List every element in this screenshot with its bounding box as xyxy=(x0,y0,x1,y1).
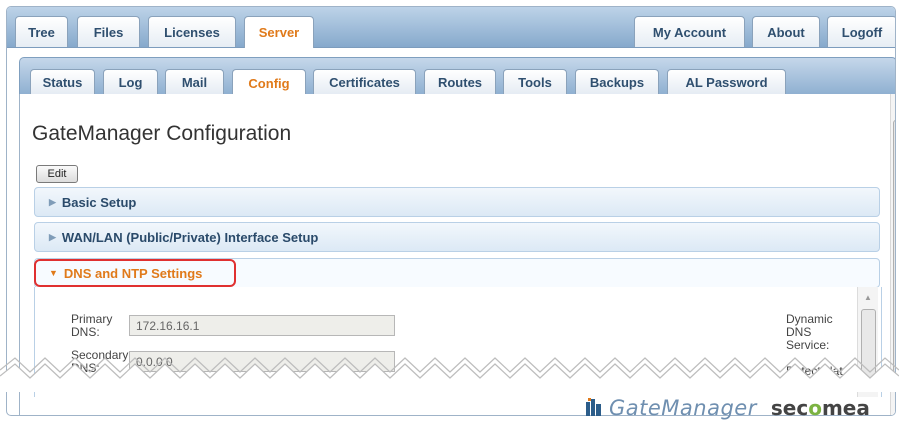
section-label: Basic Setup xyxy=(61,194,137,210)
tab-licenses[interactable]: Licenses xyxy=(148,16,236,47)
subtab-certificates[interactable]: Certificates xyxy=(313,69,416,95)
subtab-config[interactable]: Config xyxy=(232,69,306,96)
dynamic-dns-label: Dynamic DNS Service: xyxy=(786,312,833,352)
subtab-mail[interactable]: Mail xyxy=(165,69,224,95)
footer-branding: GateManager secomea xyxy=(585,396,885,420)
subtab-al-password[interactable]: AL Password xyxy=(667,69,786,95)
subtab-tools[interactable]: Tools xyxy=(503,69,567,95)
top-nav-bar: Tree Files Licenses Server My Account Ab… xyxy=(7,7,895,48)
primary-dns-label: Primary DNS: xyxy=(71,312,113,339)
expand-arrow-icon: ▶ xyxy=(49,196,56,207)
sub-nav-bar: Status Log Mail Config Certificates Rout… xyxy=(19,57,895,96)
tab-about[interactable]: About xyxy=(752,16,820,47)
section-wan-lan-setup[interactable]: ▶ WAN/LAN (Public/Private) Interface Set… xyxy=(34,222,880,252)
expand-arrow-icon: ▶ xyxy=(49,231,56,242)
tab-tree[interactable]: Tree xyxy=(15,16,68,47)
tab-files[interactable]: Files xyxy=(77,16,140,47)
tab-my-account[interactable]: My Account xyxy=(634,16,745,47)
gatemanager-wordmark: GateManager xyxy=(609,396,757,420)
torn-edge-decoration xyxy=(0,357,899,392)
tab-logoff[interactable]: Logoff xyxy=(827,16,895,47)
section-label: WAN/LAN (Public/Private) Interface Setup xyxy=(61,229,319,245)
section-basic-setup[interactable]: ▶ Basic Setup xyxy=(34,187,880,217)
scroll-up-icon[interactable]: ▲ xyxy=(864,293,872,302)
edit-button[interactable]: Edit xyxy=(36,165,78,183)
secomea-wordmark: secomea xyxy=(770,396,870,420)
subtab-status[interactable]: Status xyxy=(30,69,95,95)
subtab-routes[interactable]: Routes xyxy=(424,69,496,95)
app-window: Tree Files Licenses Server My Account Ab… xyxy=(6,6,896,416)
subtab-log[interactable]: Log xyxy=(103,69,158,95)
gatemanager-logo-icon xyxy=(586,398,601,416)
outer-scroll-thumb[interactable]: ≡ xyxy=(893,120,895,382)
annotation-highlight xyxy=(34,259,236,287)
primary-dns-input[interactable] xyxy=(129,315,395,336)
tab-server[interactable]: Server xyxy=(244,16,314,48)
page-title: GateManager Configuration xyxy=(32,122,292,145)
subtab-backups[interactable]: Backups xyxy=(575,69,659,95)
